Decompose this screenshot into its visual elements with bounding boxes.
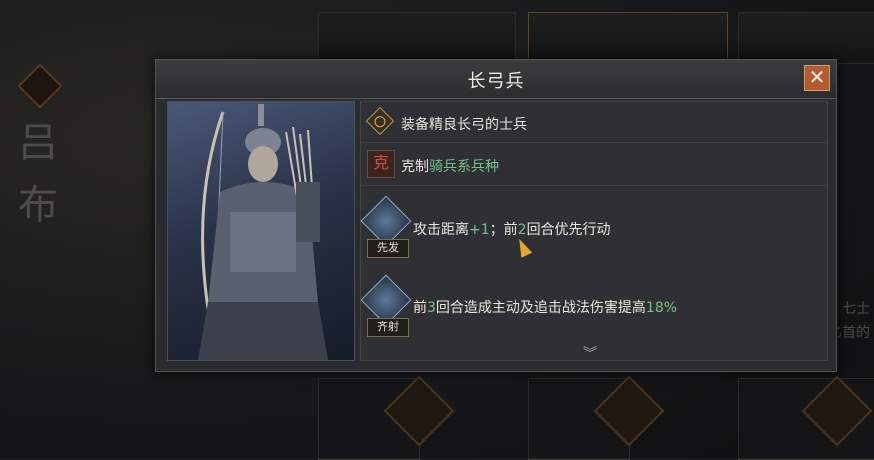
archer-type-icon — [365, 106, 395, 136]
skill-text-part: ；前 — [489, 222, 518, 238]
unit-description: 装备精良长弓的士兵 — [401, 117, 527, 133]
unit-info-panel: 装备精良长弓的士兵 克 克制骑兵系兵种 先发 攻击距离+1；前2回合优先行动 齐… — [360, 101, 828, 361]
skill-value: 18% — [645, 300, 678, 316]
counter-row: 克 克制骑兵系兵种 — [361, 143, 827, 186]
counter-prefix: 克制 — [401, 159, 429, 175]
skill-label: 齐射 — [367, 318, 409, 337]
skill-value: 3 — [427, 300, 436, 316]
unit-info-dialog: 长弓兵 ✕ 装备精良长弓的士兵 克 克制骑兵系兵种 先发 攻击距离+1；前2回合… — [155, 59, 837, 372]
skill-text-part: 回合优先行动 — [526, 222, 611, 238]
counter-icon: 克 — [367, 150, 395, 178]
archer-illustration — [198, 104, 328, 360]
close-button[interactable]: ✕ — [804, 65, 830, 91]
skill-value: 2 — [517, 222, 527, 238]
skill-value: +1 — [469, 222, 490, 238]
dialog-titlebar: 长弓兵 ✕ — [156, 60, 836, 99]
archer-portrait — [167, 101, 355, 361]
counter-target: 骑兵系兵种 — [429, 159, 499, 175]
skill-text-part: 前 — [413, 300, 427, 316]
skill-description: 前3回合造成主动及追击战法伤害提高18% — [413, 297, 677, 317]
skill-text-part: 回合造成主动及追击战法伤害提高 — [435, 300, 646, 316]
skill-label: 先发 — [367, 239, 409, 258]
scroll-down-icon[interactable]: ︾ — [583, 343, 597, 360]
skill-description: 攻击距离+1；前2回合优先行动 — [413, 219, 611, 239]
description-row: 装备精良长弓的士兵 — [361, 102, 827, 143]
dialog-title: 长弓兵 — [467, 71, 525, 92]
counter-text: 克制骑兵系兵种 — [401, 156, 499, 176]
skill-text-part: 攻击距离 — [413, 222, 469, 238]
